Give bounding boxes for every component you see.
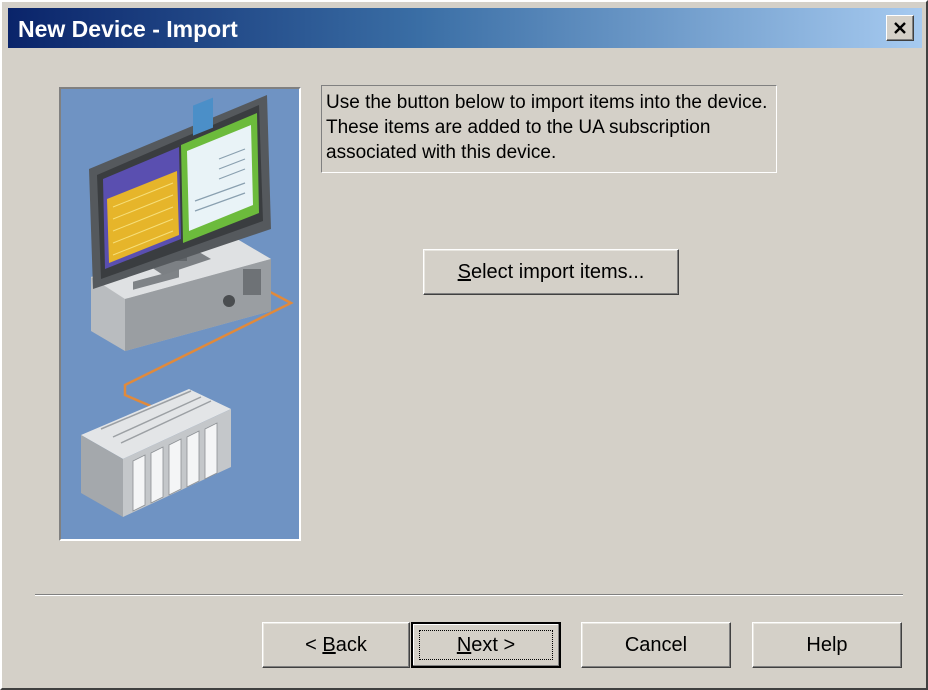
- computer-device-illustration-icon: [61, 89, 299, 539]
- cancel-button[interactable]: Cancel: [581, 622, 731, 668]
- next-button[interactable]: Next >: [411, 622, 561, 668]
- import-description: Use the button below to import items int…: [321, 85, 777, 173]
- cancel-button-label: Cancel: [624, 633, 688, 656]
- close-icon: [894, 22, 906, 34]
- wizard-illustration: [59, 87, 301, 541]
- select-import-items-button[interactable]: Select import items...: [423, 249, 679, 295]
- focus-ring: [419, 630, 553, 660]
- help-button[interactable]: Help: [752, 622, 902, 668]
- footer-separator: [35, 594, 903, 596]
- select-import-items-label: Select import items...: [457, 260, 645, 283]
- back-button[interactable]: < Back: [262, 622, 410, 668]
- title-bar[interactable]: New Device - Import: [8, 8, 922, 48]
- window-title: New Device - Import: [18, 16, 238, 42]
- close-button[interactable]: [886, 15, 914, 41]
- back-button-label: < Back: [305, 633, 367, 656]
- dialog-window: New Device - Import Use the button below…: [0, 0, 928, 690]
- help-button-label: Help: [806, 633, 848, 656]
